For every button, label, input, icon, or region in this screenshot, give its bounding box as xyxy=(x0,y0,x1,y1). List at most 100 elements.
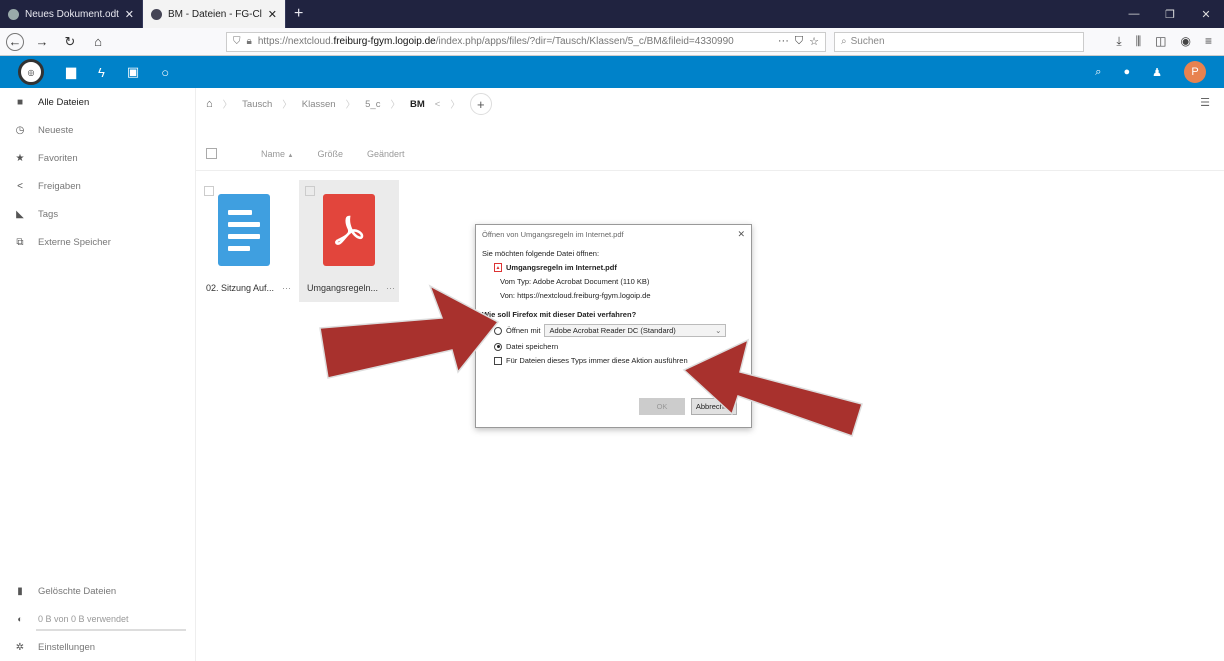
browser-toolbar-right: ⤓ ⫼ ◫ ◉ ≡ xyxy=(1116,34,1218,49)
dialog-question: Wie soll Firefox mit dieser Datei verfah… xyxy=(482,310,637,319)
lock-icon[interactable]: 🔒︎ xyxy=(247,36,252,47)
menu-icon[interactable]: ≡ xyxy=(1205,34,1212,49)
notifications-icon[interactable]: ● xyxy=(1123,66,1130,78)
file-actions-icon[interactable]: ··· xyxy=(282,283,291,293)
dialog-close-icon[interactable]: ✕ xyxy=(737,229,745,240)
bookmark-star-icon[interactable]: ☆ xyxy=(809,35,819,48)
nextcloud-favicon-icon xyxy=(151,8,162,20)
sidebar-item-recent[interactable]: ◷ Neueste xyxy=(0,116,195,144)
url-bar[interactable]: ⛉ 🔒︎ https://nextcloud.freiburg-fgym.log… xyxy=(226,31,826,52)
home-folder-icon[interactable]: ⌂ xyxy=(206,98,213,110)
activity-icon[interactable]: ϟ xyxy=(98,65,105,80)
minimize-icon[interactable]: — xyxy=(1116,0,1152,28)
forward-icon[interactable]: → xyxy=(32,32,52,52)
browser-tab-label: BM - Dateien - FG-Cloud xyxy=(168,8,262,20)
column-size[interactable]: Größe xyxy=(317,149,343,159)
extension-icon[interactable]: ◉ xyxy=(1181,34,1191,49)
gallery-icon[interactable]: ▣ xyxy=(127,64,139,80)
sidebar-item-label: Freigaben xyxy=(38,180,81,192)
share-icon[interactable]: < xyxy=(435,99,441,110)
file-checkbox[interactable] xyxy=(204,186,214,196)
files-app-icon[interactable]: ▆ xyxy=(66,64,76,80)
file-tile[interactable]: 02. Sitzung Auf... ··· xyxy=(198,180,298,302)
close-window-icon[interactable]: ✕ xyxy=(1188,0,1224,28)
select-all-checkbox[interactable] xyxy=(206,148,217,159)
file-list-header: Name ▲ Größe Geändert xyxy=(206,148,405,159)
breadcrumb-item[interactable]: Klassen xyxy=(302,99,336,110)
download-icon[interactable]: ⤓ xyxy=(1116,34,1121,49)
search-app-icon[interactable]: ○ xyxy=(161,65,169,80)
browser-tab-1[interactable]: Neues Dokument.odt - Dateien ✕ xyxy=(0,0,143,28)
sidebar-item-all-files[interactable]: ■ Alle Dateien xyxy=(0,88,195,116)
browser-tab-2[interactable]: BM - Dateien - FG-Cloud ✕ xyxy=(143,0,286,28)
sidebar-item-label: Einstellungen xyxy=(38,641,96,653)
back-icon[interactable]: ← xyxy=(6,32,24,51)
open-with-row: Öffnen mit Adobe Acrobat Reader DC (Stan… xyxy=(482,324,745,337)
column-name[interactable]: Name ▲ xyxy=(261,149,293,159)
file-name: Umgangsregeln... ··· xyxy=(307,283,396,293)
cancel-button[interactable]: Abbrechen xyxy=(691,398,737,415)
tab-close-icon[interactable]: ✕ xyxy=(125,8,134,21)
nextcloud-favicon-icon xyxy=(8,8,19,20)
file-checkbox[interactable] xyxy=(305,186,315,196)
quota-text: 0 B von 0 B verwendet xyxy=(38,614,129,624)
sidebar-toggle-icon[interactable]: ◫ xyxy=(1155,34,1166,49)
open-with-radio[interactable] xyxy=(494,326,502,335)
dialog-title: Öffnen von Umgangsregeln im Internet.pdf xyxy=(482,229,624,239)
chevron-down-icon: ⌄ xyxy=(715,326,722,335)
ok-button[interactable]: OK xyxy=(639,398,685,415)
share-icon: < xyxy=(17,180,23,192)
divider xyxy=(196,170,1224,171)
save-file-label[interactable]: Datei speichern xyxy=(506,342,558,351)
dialog-source: Von: https://nextcloud.freiburg-fgym.log… xyxy=(500,291,651,300)
avatar[interactable]: P xyxy=(1184,61,1206,83)
sidebar-item-shares[interactable]: < Freigaben xyxy=(0,172,195,200)
view-toggle-icon[interactable]: ☰ xyxy=(1200,96,1210,109)
file-name: 02. Sitzung Auf... ··· xyxy=(206,283,292,293)
open-with-label[interactable]: Öffnen mit xyxy=(506,326,540,335)
new-tab-button[interactable]: + xyxy=(286,0,311,28)
sidebar-item-tags[interactable]: ◣ Tags xyxy=(0,200,195,228)
gear-icon: ✲ xyxy=(15,641,25,653)
sidebar-bottom: ▮ Gelöschte Dateien ◐ 0 B von 0 B verwen… xyxy=(0,577,196,661)
pie-chart-icon: ◐ xyxy=(17,614,23,624)
search-placeholder: Suchen xyxy=(850,36,885,47)
reload-icon[interactable]: ↻ xyxy=(60,32,80,52)
app-sidebar: ■ Alle Dateien ◷ Neueste ★ Favoriten < F… xyxy=(0,88,196,661)
file-tile[interactable]: Umgangsregeln... ··· xyxy=(299,180,399,302)
breadcrumb-current[interactable]: BM xyxy=(410,99,425,110)
page-actions-icon[interactable]: ··· xyxy=(778,35,789,48)
application-select[interactable]: Adobe Acrobat Reader DC (Standard) ⌄ xyxy=(544,324,727,337)
pocket-icon[interactable]: ⛉ xyxy=(795,35,803,48)
browser-tab-label: Neues Dokument.odt - Dateien xyxy=(25,8,119,20)
home-icon[interactable]: ⌂ xyxy=(88,32,108,52)
dialog-type: Vom Typ: Adobe Acrobat Document (110 KB) xyxy=(500,277,650,286)
dialog-buttons: OK Abbrechen xyxy=(639,398,737,415)
tab-close-icon[interactable]: ✕ xyxy=(268,8,277,21)
library-icon[interactable]: ⫼ xyxy=(1136,34,1142,49)
school-logo[interactable]: ◎ xyxy=(18,59,44,85)
sidebar-item-label: Gelöschte Dateien xyxy=(38,585,117,597)
header-right: ⌕ ● ♟ P xyxy=(1095,61,1206,83)
dialog-file-row: ▲ Umgangsregeln im Internet.pdf xyxy=(482,263,745,272)
sidebar-item-deleted-files[interactable]: ▮ Gelöschte Dateien xyxy=(0,577,196,605)
always-checkbox[interactable] xyxy=(494,356,502,365)
file-actions-icon[interactable]: ··· xyxy=(386,283,395,293)
sidebar-item-settings[interactable]: ✲ Einstellungen xyxy=(0,633,196,661)
sidebar-item-external-storage[interactable]: ⧉ Externe Speicher xyxy=(0,228,195,256)
always-label[interactable]: Für Dateien dieses Typs immer diese Akti… xyxy=(506,356,688,365)
breadcrumb-item[interactable]: 5_c xyxy=(365,99,380,110)
breadcrumb-item[interactable]: Tausch xyxy=(242,99,272,110)
shield-icon[interactable]: ⛉ xyxy=(233,36,241,47)
sidebar-item-favorites[interactable]: ★ Favoriten xyxy=(0,144,195,172)
unified-search-icon[interactable]: ⌕ xyxy=(1095,66,1101,79)
contacts-icon[interactable]: ♟ xyxy=(1152,66,1162,79)
folder-icon: ■ xyxy=(16,96,24,108)
save-file-radio[interactable] xyxy=(494,342,502,351)
add-new-button[interactable]: + xyxy=(469,93,492,115)
column-modified[interactable]: Geändert xyxy=(367,149,405,159)
quota-bar xyxy=(36,629,186,631)
browser-tab-strip: Neues Dokument.odt - Dateien ✕ BM - Date… xyxy=(0,0,1224,28)
search-bar[interactable]: ⌕ Suchen xyxy=(834,31,1084,52)
maximize-icon[interactable]: ❐ xyxy=(1152,0,1188,28)
